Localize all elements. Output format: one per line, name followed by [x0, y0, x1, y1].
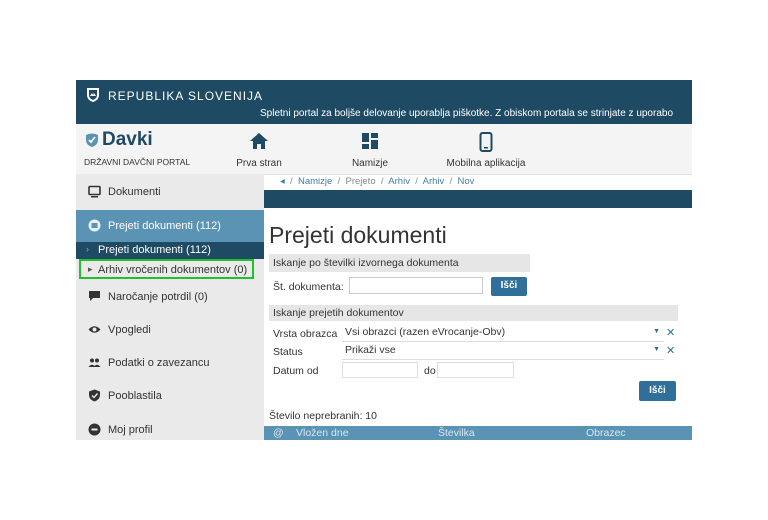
home-icon: [250, 133, 268, 149]
profile-icon: [88, 423, 101, 436]
status-select[interactable]: Prikaži vse ▼: [342, 343, 664, 360]
breadcrumb-item[interactable]: Namizje: [298, 176, 332, 187]
nav-dashboard-label: Namizje: [351, 158, 389, 169]
sidebar-subitem-prejeti[interactable]: › Prejeti dokumenti (112): [76, 242, 264, 259]
sidebar-item-label: Dokumenti: [108, 186, 161, 198]
sidebar-item-label: Naročanje potrdil (0): [108, 291, 208, 303]
breadcrumb-back-icon[interactable]: ◂: [280, 176, 285, 187]
date-to-input[interactable]: [437, 362, 514, 378]
sidebar-item-podatki[interactable]: Podatki o zavezancu: [76, 347, 264, 379]
sidebar-item-vpogledi[interactable]: Vpogledi: [76, 314, 264, 346]
column-header-date[interactable]: Vložen dne: [296, 427, 349, 439]
breadcrumb-item[interactable]: Arhiv: [423, 176, 445, 187]
breadcrumb: ◂ / Namizje / Prejeto / Arhiv / Arhiv / …: [280, 176, 475, 187]
country-title: REPUBLIKA SLOVENIJA: [108, 89, 264, 103]
table-header: @ Vložen dne Številka Obrazec: [264, 426, 692, 440]
brand-name[interactable]: Davki: [102, 129, 153, 151]
sidebar: Dokumenti Prejeti dokumenti (112) › Prej…: [76, 174, 264, 440]
davki-logo-icon: [86, 133, 98, 147]
inbox-icon: [88, 219, 101, 232]
monitor-icon: [88, 185, 101, 198]
document-number-label: Št. dokumenta:: [273, 281, 344, 293]
section-heading-text: Iskanje prejetih dokumentov: [273, 307, 404, 319]
main-nav: Davki DRŽAVNI DAVČNI PORTAL Prva stran N…: [76, 124, 692, 175]
cookie-notice: Spletni portal za boljše delovanje upora…: [260, 108, 674, 119]
section-heading-text: Iskanje po številki izvornega dokumenta: [273, 257, 459, 269]
mobile-icon: [479, 132, 493, 152]
sidebar-item-label: Pooblastila: [108, 390, 162, 402]
eye-icon: [88, 326, 101, 333]
sidebar-item-label: Moj profil: [108, 424, 153, 436]
nav-mobile-label: Mobilna aplikacija: [446, 158, 526, 169]
breadcrumb-item: Prejeto: [345, 176, 376, 187]
chevron-down-icon: ▼: [653, 346, 660, 353]
coat-of-arms-icon: [87, 88, 99, 102]
date-from-input[interactable]: [342, 362, 418, 378]
form-type-select[interactable]: Vsi obrazci (razen eVrocanje-Obv) ▼: [342, 325, 664, 342]
breadcrumb-item[interactable]: Nov: [458, 176, 475, 187]
page-title: Prejeti dokumenti: [269, 222, 447, 248]
clear-status-icon[interactable]: ✕: [666, 344, 675, 357]
column-header-form[interactable]: Obrazec: [586, 427, 626, 439]
date-to-label: do: [424, 365, 436, 377]
clear-form-type-icon[interactable]: ✕: [666, 326, 675, 339]
chevron-down-icon: ▼: [653, 328, 660, 335]
sidebar-item-label: Vpogledi: [108, 324, 151, 336]
dashboard-icon: [362, 133, 378, 149]
status-label: Status: [273, 346, 303, 358]
content-header-band: [264, 190, 692, 208]
column-header-at[interactable]: @: [273, 427, 284, 439]
form-type-value: Vsi obrazci (razen eVrocanje-Obv): [345, 326, 506, 338]
brand-subtitle: DRŽAVNI DAVČNI PORTAL: [84, 157, 191, 167]
sidebar-item-label: Prejeti dokumenti (112): [108, 220, 221, 232]
search-received-heading: Iskanje prejetih dokumentov: [269, 305, 678, 321]
form-type-label: Vrsta obrazca: [273, 328, 338, 340]
document-number-input[interactable]: [349, 277, 483, 294]
breadcrumb-item[interactable]: Arhiv: [388, 176, 410, 187]
sidebar-subitem-label: Prejeti dokumenti (112): [98, 244, 211, 256]
sidebar-item-label: Podatki o zavezancu: [108, 357, 210, 369]
sidebar-item-dokumenti[interactable]: Dokumenti: [76, 176, 264, 208]
unread-count: Število neprebranih: 10: [269, 410, 377, 422]
chevron-right-icon: ›: [86, 244, 89, 254]
users-icon: [88, 358, 101, 367]
search-number-heading: Iskanje po številki izvornega dokumenta: [269, 254, 530, 272]
sidebar-item-moj-profil[interactable]: Moj profil: [76, 414, 264, 446]
shield-icon: [89, 389, 100, 402]
highlight-box: [79, 259, 254, 279]
date-from-label: Datum od: [273, 365, 319, 377]
column-header-number[interactable]: Številka: [438, 427, 475, 439]
top-header: REPUBLIKA SLOVENIJA Spletni portal za bo…: [76, 80, 692, 124]
sidebar-item-pooblastila[interactable]: Pooblastila: [76, 380, 264, 412]
status-value: Prikaži vse: [345, 344, 396, 356]
nav-home-label: Prva stran: [236, 158, 282, 169]
sidebar-item-narocanje[interactable]: Naročanje potrdil (0): [76, 281, 264, 313]
chat-icon: [89, 291, 100, 301]
search-received-button[interactable]: Išči: [639, 381, 676, 401]
sidebar-item-prejeti[interactable]: Prejeti dokumenti (112): [76, 210, 264, 242]
search-number-button[interactable]: Išči: [491, 277, 527, 296]
